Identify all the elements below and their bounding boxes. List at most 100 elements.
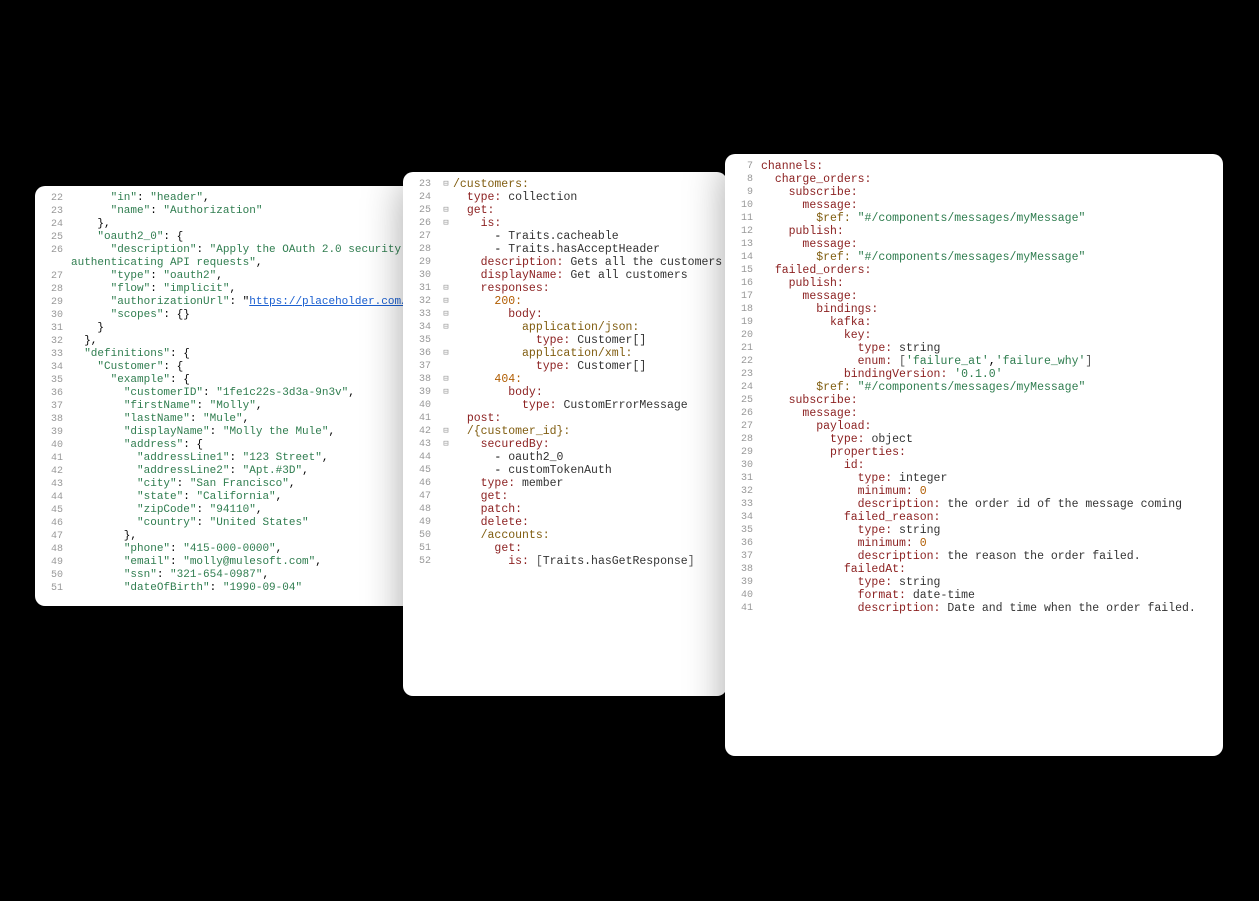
code-line[interactable]: 34 "Customer": {: [35, 361, 448, 374]
code-line[interactable]: 47 get:: [403, 490, 727, 503]
code-line-content[interactable]: failedAt:: [761, 564, 1223, 576]
code-line[interactable]: 39 "displayName": "Molly the Mule",: [35, 426, 448, 439]
code-line[interactable]: 52 is: [Traits.hasGetResponse]: [403, 555, 727, 568]
code-line-content[interactable]: securedBy:: [453, 439, 727, 451]
code-line-content[interactable]: message:: [761, 239, 1223, 251]
code-line[interactable]: 39 type: string: [725, 576, 1223, 589]
code-line-content[interactable]: minimum: 0: [761, 486, 1223, 498]
code-line-content[interactable]: "address": {: [71, 440, 448, 451]
code-line[interactable]: 28 "flow": "implicit",: [35, 283, 448, 296]
code-line[interactable]: 26⊟ is:: [403, 217, 727, 230]
code-line[interactable]: 24 },: [35, 218, 448, 231]
code-line-content[interactable]: "ssn": "321-654-0987",: [71, 570, 448, 581]
code-line-content[interactable]: "dateOfBirth": "1990-09-04": [71, 583, 448, 594]
code-line[interactable]: 26 "description": "Apply the OAuth 2.0 s…: [35, 244, 448, 257]
code-line[interactable]: 51 "dateOfBirth": "1990-09-04": [35, 582, 448, 595]
fold-toggle-icon[interactable]: ⊟: [439, 427, 453, 436]
code-line[interactable]: 51 get:: [403, 542, 727, 555]
code-line[interactable]: 14 $ref: "#/components/messages/myMessag…: [725, 251, 1223, 264]
code-line[interactable]: 38 failedAt:: [725, 563, 1223, 576]
code-line-content[interactable]: description: Gets all the customers: [453, 257, 727, 269]
code-line[interactable]: 48 patch:: [403, 503, 727, 516]
code-line-content[interactable]: "city": "San Francisco",: [71, 479, 448, 490]
code-line-content[interactable]: "authorizationUrl": "https://placeholder…: [71, 297, 448, 308]
code-line[interactable]: 10 message:: [725, 199, 1223, 212]
code-editor[interactable]: 7channels:8 charge_orders:9 subscribe:10…: [725, 154, 1223, 625]
code-line[interactable]: 45 - customTokenAuth: [403, 464, 727, 477]
code-line-content[interactable]: responses:: [453, 283, 727, 295]
code-line-content[interactable]: type: CustomErrorMessage: [453, 400, 727, 412]
code-line-content[interactable]: "lastName": "Mule",: [71, 414, 448, 425]
code-line[interactable]: 30 id:: [725, 459, 1223, 472]
code-line-content[interactable]: "definitions": {: [71, 349, 448, 360]
code-line-content[interactable]: - customTokenAuth: [453, 465, 727, 477]
code-line[interactable]: 27 - Traits.cacheable: [403, 230, 727, 243]
code-line-content[interactable]: failed_reason:: [761, 512, 1223, 524]
code-line[interactable]: 46 "country": "United States": [35, 517, 448, 530]
code-line-content[interactable]: is:: [453, 218, 727, 230]
code-line-content[interactable]: application/xml:: [453, 348, 727, 360]
code-line-content[interactable]: charge_orders:: [761, 174, 1223, 186]
code-line[interactable]: 19 kafka:: [725, 316, 1223, 329]
code-line-content[interactable]: "name": "Authorization": [71, 206, 448, 217]
code-line-content[interactable]: $ref: "#/components/messages/myMessage": [761, 252, 1223, 264]
code-line-content[interactable]: failed_orders:: [761, 265, 1223, 277]
code-line-content[interactable]: /accounts:: [453, 530, 727, 542]
code-line[interactable]: 9 subscribe:: [725, 186, 1223, 199]
code-line-content[interactable]: 404:: [453, 374, 727, 386]
code-line-content[interactable]: "country": "United States": [71, 518, 448, 529]
code-line[interactable]: 42 "addressLine2": "Apt.#3D",: [35, 465, 448, 478]
code-line-content[interactable]: /customers:: [453, 179, 727, 191]
code-line[interactable]: 23 bindingVersion: '0.1.0': [725, 368, 1223, 381]
code-line[interactable]: 43 "city": "San Francisco",: [35, 478, 448, 491]
code-line[interactable]: 29 description: Gets all the customers: [403, 256, 727, 269]
code-line-content[interactable]: format: date-time: [761, 590, 1223, 602]
code-line[interactable]: 33⊟ body:: [403, 308, 727, 321]
code-line[interactable]: 20 key:: [725, 329, 1223, 342]
code-line[interactable]: 47 },: [35, 530, 448, 543]
code-line-content[interactable]: is: [Traits.hasGetResponse]: [453, 556, 727, 568]
code-line[interactable]: 28 type: object: [725, 433, 1223, 446]
code-line-content[interactable]: "flow": "implicit",: [71, 284, 448, 295]
code-line-content[interactable]: message:: [761, 200, 1223, 212]
code-line-content[interactable]: publish:: [761, 278, 1223, 290]
code-line[interactable]: 49 "email": "molly@mulesoft.com",: [35, 556, 448, 569]
code-line[interactable]: 26 message:: [725, 407, 1223, 420]
code-line[interactable]: 43⊟ securedBy:: [403, 438, 727, 451]
code-line[interactable]: 27 "type": "oauth2",: [35, 270, 448, 283]
code-line[interactable]: 21 type: string: [725, 342, 1223, 355]
code-line-content[interactable]: "oauth2_0": {: [71, 232, 448, 243]
code-line[interactable]: 31⊟ responses:: [403, 282, 727, 295]
code-line[interactable]: 44 - oauth2_0: [403, 451, 727, 464]
code-line[interactable]: 33 description: the order id of the mess…: [725, 498, 1223, 511]
code-line[interactable]: 8 charge_orders:: [725, 173, 1223, 186]
code-line-content[interactable]: kafka:: [761, 317, 1223, 329]
code-line[interactable]: 23⊟/customers:: [403, 178, 727, 191]
code-line-content[interactable]: bindingVersion: '0.1.0': [761, 369, 1223, 381]
code-panel-json[interactable]: 22 "in": "header",23 "name": "Authorizat…: [35, 186, 448, 606]
code-line[interactable]: 13 message:: [725, 238, 1223, 251]
code-line[interactable]: 23 "name": "Authorization": [35, 205, 448, 218]
code-line-content[interactable]: },: [71, 336, 448, 347]
code-line-content[interactable]: enum: ['failure_at','failure_why']: [761, 356, 1223, 368]
code-editor[interactable]: 23⊟/customers:24 type: collection25⊟ get…: [403, 172, 727, 578]
code-line-content[interactable]: delete:: [453, 517, 727, 529]
code-line[interactable]: 7channels:: [725, 160, 1223, 173]
code-line-content[interactable]: "Customer": {: [71, 362, 448, 373]
code-line-content[interactable]: "customerID": "1fe1c22s-3d3a-9n3v",: [71, 388, 448, 399]
code-line-content[interactable]: $ref: "#/components/messages/myMessage": [761, 382, 1223, 394]
code-line[interactable]: 35 "example": {: [35, 374, 448, 387]
code-line-content[interactable]: "firstName": "Molly",: [71, 401, 448, 412]
code-line-content[interactable]: description: Date and time when the orde…: [761, 603, 1223, 615]
code-line[interactable]: 35 type: Customer[]: [403, 334, 727, 347]
code-line[interactable]: 36⊟ application/xml:: [403, 347, 727, 360]
code-line[interactable]: 37 type: Customer[]: [403, 360, 727, 373]
code-line-content[interactable]: payload:: [761, 421, 1223, 433]
fold-toggle-icon[interactable]: ⊟: [439, 297, 453, 306]
code-line-content[interactable]: type: collection: [453, 192, 727, 204]
code-line-content[interactable]: "displayName": "Molly the Mule",: [71, 427, 448, 438]
code-line[interactable]: 45 "zipCode": "94110",: [35, 504, 448, 517]
code-panel-asyncapi[interactable]: 7channels:8 charge_orders:9 subscribe:10…: [725, 154, 1223, 756]
code-line[interactable]: 50 "ssn": "321-654-0987",: [35, 569, 448, 582]
code-line-content[interactable]: body:: [453, 387, 727, 399]
